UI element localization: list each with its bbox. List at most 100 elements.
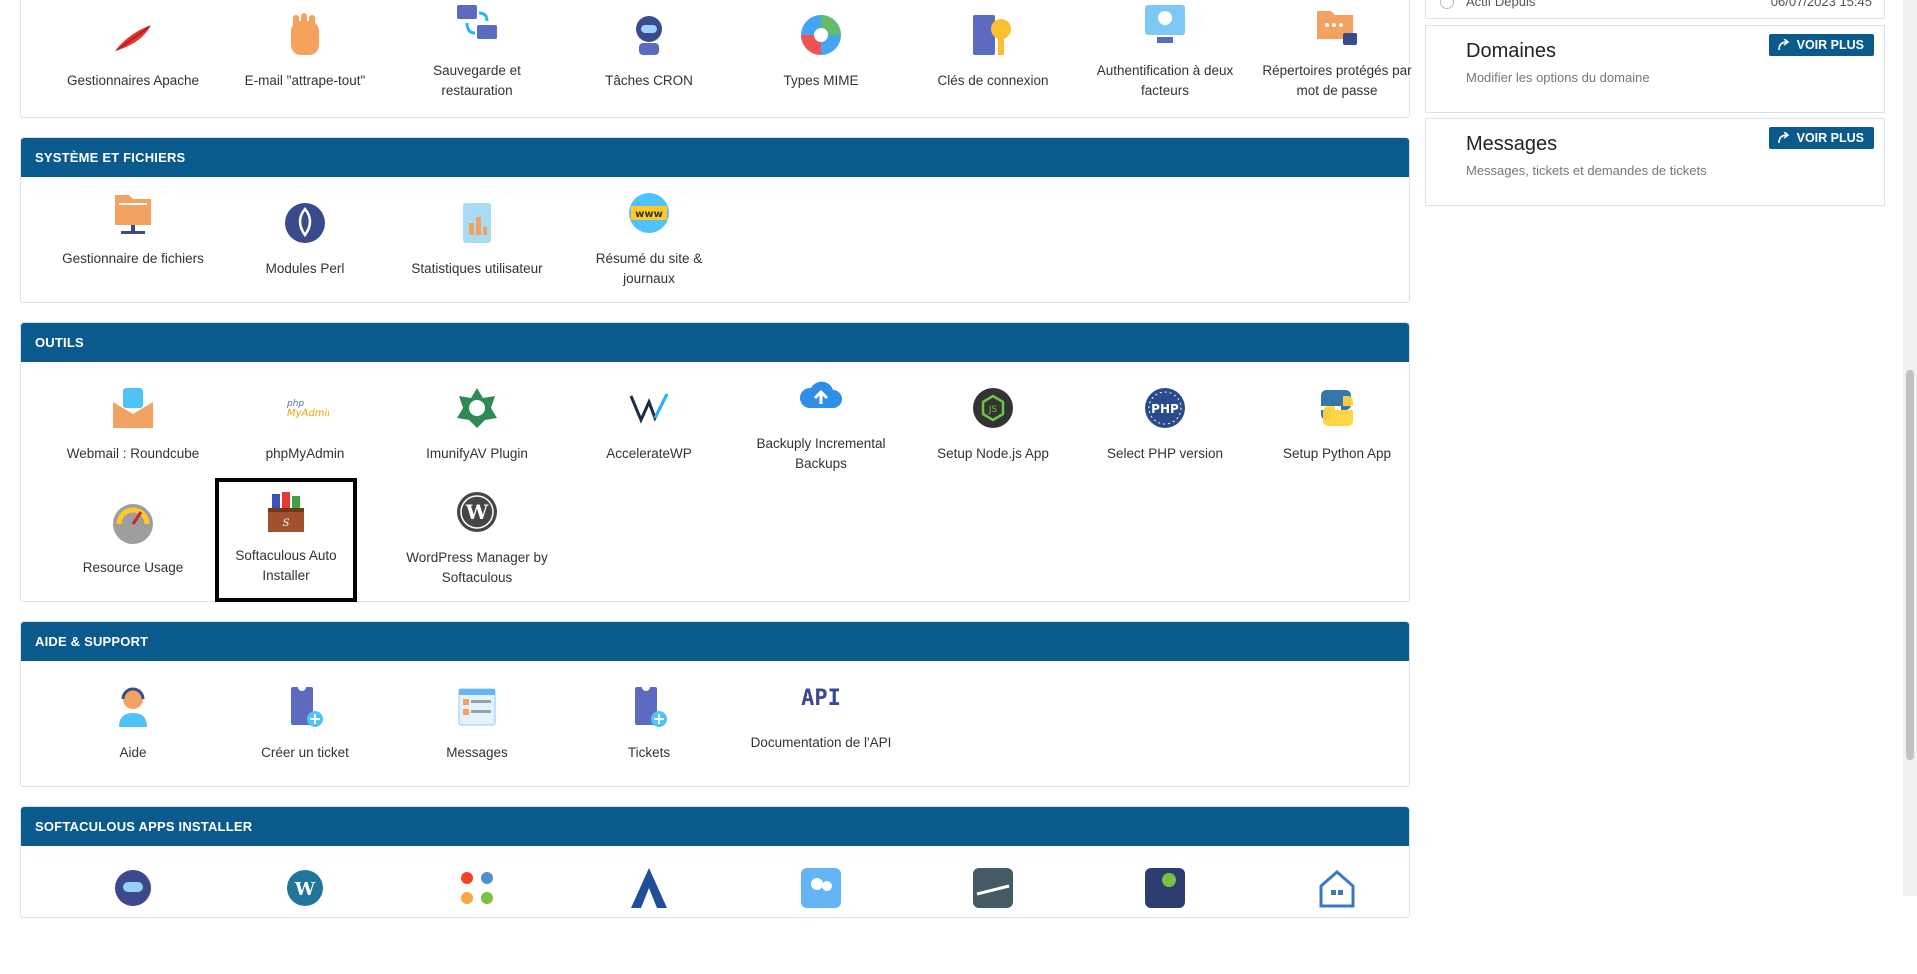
hand-icon — [281, 11, 329, 59]
tile-user-stats[interactable]: Statistiques utilisateur — [391, 199, 563, 309]
tile-grid: Gestionnaires Apache E-mail "attrape-tou… — [21, 0, 1412, 117]
joomla-icon — [453, 864, 501, 912]
tile-protected-directories[interactable]: Répertoires protégés par mot de passe — [1251, 1, 1423, 111]
tile-catch-all-email[interactable]: E-mail "attrape-tout" — [219, 11, 391, 121]
panel-help-support: AIDE & SUPPORT Aide Créer un ticket Mess… — [20, 621, 1410, 787]
tile-perl-modules[interactable]: Modules Perl — [219, 199, 391, 309]
app-tile[interactable] — [735, 864, 907, 974]
tile-mime-types[interactable]: Types MIME — [735, 11, 907, 121]
tile-label: Résumé du site & journaux — [595, 251, 703, 286]
voir-plus-button[interactable]: VOIR PLUS — [1768, 127, 1874, 149]
backup-icon — [453, 1, 501, 49]
app-tile[interactable] — [563, 864, 735, 974]
tile-label: Gestionnaire de fichiers — [62, 251, 204, 266]
house-app-icon — [1313, 864, 1361, 912]
tile-python-app[interactable]: Setup Python App — [1251, 384, 1423, 494]
tile-messages[interactable]: Messages — [391, 683, 563, 793]
tile-label: Gestionnaires Apache — [66, 73, 200, 88]
voir-plus-button[interactable]: VOIR PLUS — [1768, 34, 1874, 56]
tile-ssh-keys[interactable]: Clés de connexion — [907, 11, 1079, 121]
tile-php-version[interactable]: PHP Select PHP version — [1079, 384, 1251, 494]
tile-resource-usage[interactable]: Resource Usage — [47, 498, 219, 608]
domains-card: Domaines Modifier les options du domaine… — [1425, 25, 1885, 113]
tile-label: E-mail "attrape-tout" — [244, 73, 366, 88]
feather-icon — [109, 11, 157, 59]
tile-label: Tâches CRON — [605, 73, 693, 88]
tile-wordpress-manager[interactable]: W WordPress Manager by Softaculous — [391, 488, 563, 598]
phpmyadmin-icon: php MyAdmin — [281, 384, 334, 432]
svg-text:S: S — [283, 518, 290, 529]
locked-folder-icon — [1313, 1, 1361, 49]
panel-tools: OUTILS Webmail : Roundcube php MyAdmin ph… — [20, 322, 1410, 602]
mime-icon — [797, 11, 845, 59]
whmcs-icon — [1141, 864, 1189, 912]
two-factor-icon — [1141, 1, 1189, 49]
card-title: Messages — [1466, 133, 1558, 155]
tile-label: Resource Usage — [82, 560, 184, 575]
nodejs-icon: JS — [969, 384, 1017, 432]
imunify-icon — [453, 384, 501, 432]
panel-softaculous-apps: SOFTACULOUS APPS INSTALLER W — [20, 806, 1410, 918]
tile-help[interactable]: Aide — [47, 683, 219, 793]
tile-nodejs-app[interactable]: JS Setup Node.js App — [907, 384, 1079, 494]
file-manager-icon — [109, 189, 157, 237]
tile-tickets[interactable]: Tickets — [563, 683, 735, 793]
app-tile[interactable] — [1251, 864, 1423, 974]
tile-softaculous-auto-installer[interactable]: S Softaculous Auto Installer — [215, 478, 357, 602]
tile-label: WordPress Manager by Softaculous — [406, 550, 548, 585]
app-tile[interactable] — [47, 864, 219, 974]
section-header: OUTILS — [21, 323, 1409, 362]
tile-label: Webmail : Roundcube — [66, 446, 200, 461]
perl-onion-icon — [281, 199, 329, 247]
tile-file-manager[interactable]: Gestionnaire de fichiers — [47, 189, 219, 299]
tile-backup-restore[interactable]: Sauvegarde et restauration — [391, 1, 563, 111]
tile-webmail-roundcube[interactable]: Webmail : Roundcube — [47, 384, 219, 494]
wordpress-icon: W — [453, 488, 501, 536]
svg-text:www: www — [635, 209, 663, 220]
tile-imunifyav[interactable]: ImunifyAV Plugin — [391, 384, 563, 494]
tile-apache-handlers[interactable]: Gestionnaires Apache — [47, 11, 219, 121]
stats-icon — [453, 199, 501, 247]
tile-label: Types MIME — [783, 73, 859, 88]
app-tile[interactable] — [391, 864, 563, 974]
tile-acceleratewp[interactable]: AccelerateWP — [563, 384, 735, 494]
svg-text:API: API — [801, 686, 841, 711]
account-info-card: Actif Depuis 06/07/2023 15:45 — [1425, 0, 1885, 19]
svg-text:MyAdmin: MyAdmin — [287, 408, 329, 419]
users-app-icon — [797, 864, 845, 912]
tile-label: Setup Node.js App — [937, 446, 1049, 461]
tile-backuply[interactable]: Backuply Incremental Backups — [735, 374, 907, 484]
tile-label: Messages — [446, 745, 508, 760]
tile-label: Tickets — [627, 745, 671, 760]
support-agent-icon — [109, 683, 157, 731]
tile-api-docs[interactable]: API Documentation de l'API — [735, 673, 907, 783]
scrollbar-thumb[interactable] — [1906, 370, 1914, 760]
tile-label: Créer un ticket — [261, 745, 349, 760]
tile-label: Statistiques utilisateur — [411, 261, 543, 276]
tile-site-summary[interactable]: www Résumé du site & journaux — [563, 189, 735, 299]
section-header: SYSTÈME ET FICHIERS — [21, 138, 1409, 177]
svg-text:W: W — [465, 500, 489, 524]
gauge-icon — [109, 498, 157, 546]
tile-label: Modules Perl — [265, 261, 345, 276]
python-icon — [1313, 384, 1361, 432]
svg-text:PHP: PHP — [1151, 402, 1179, 416]
tile-label: Backuply Incremental Backups — [756, 436, 886, 471]
app-tile[interactable] — [1079, 864, 1251, 974]
tile-label: Répertoires protégés par mot de passe — [1262, 63, 1412, 98]
radio-icon — [1440, 0, 1454, 9]
tile-label: Aide — [119, 745, 147, 760]
tile-two-factor[interactable]: Authentification à deux facteurs — [1079, 1, 1251, 111]
app-tile[interactable] — [907, 864, 1079, 974]
www-globe-icon: www — [625, 189, 673, 237]
card-subtitle: Messages, tickets et demandes de tickets — [1466, 163, 1707, 178]
section-header: AIDE & SUPPORT — [21, 622, 1409, 661]
robot-icon — [625, 11, 673, 59]
scrollbar[interactable] — [1903, 0, 1917, 896]
bot-app-icon — [109, 864, 157, 912]
tickets-icon — [625, 683, 673, 731]
abantecart-icon — [625, 864, 673, 912]
app-tile[interactable]: W — [219, 864, 391, 974]
tile-cron-jobs[interactable]: Tâches CRON — [563, 11, 735, 121]
tile-create-ticket[interactable]: Créer un ticket — [219, 683, 391, 793]
